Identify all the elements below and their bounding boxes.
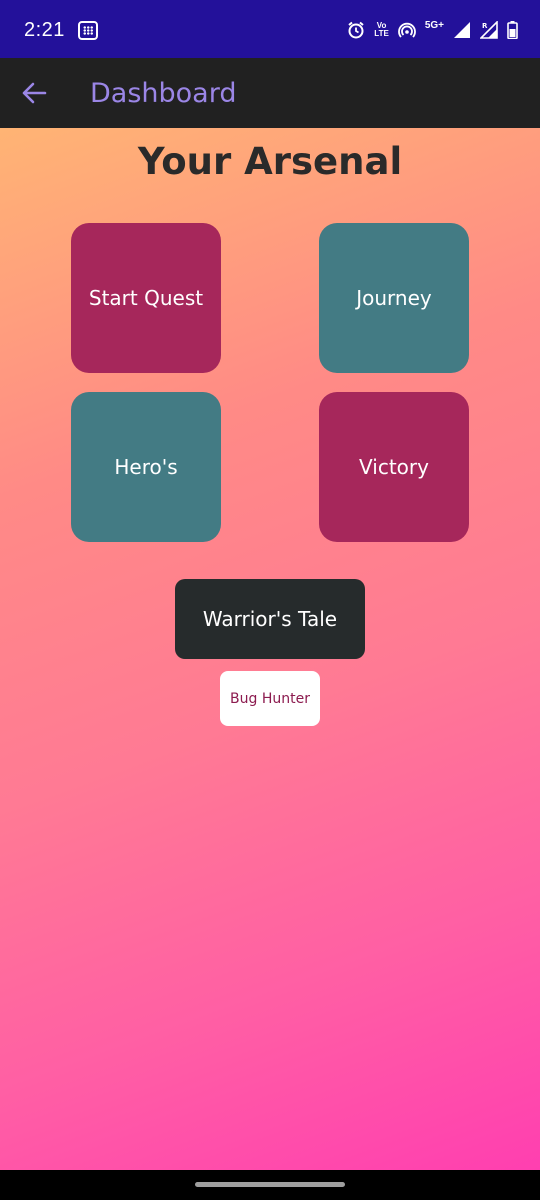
bug-hunter-button[interactable]: Bug Hunter: [220, 671, 320, 726]
app-bar: Dashboard: [0, 58, 540, 128]
dashboard-content: Your Arsenal Start Quest Journey Hero's …: [0, 128, 540, 1170]
signal-icon: [454, 22, 470, 38]
warriors-tale-button[interactable]: Warrior's Tale: [175, 579, 365, 659]
volte-text-bottom: LTE: [374, 29, 389, 38]
battery-icon: [507, 21, 518, 39]
tile-label: Start Quest: [88, 286, 204, 310]
hotspot-icon: [397, 22, 416, 38]
status-bar: 2:21 Vo LTE 5G+ R: [0, 0, 540, 58]
app-screen: 2:21 Vo LTE 5G+ R Dashboard Your Arsenal…: [0, 0, 540, 1200]
app-bar-title: Dashboard: [90, 78, 237, 109]
heros-tile[interactable]: Hero's: [71, 392, 221, 542]
network-type-label: 5G+: [424, 19, 444, 31]
gesture-handle[interactable]: [195, 1182, 345, 1187]
signal-roaming-icon: R: [480, 21, 498, 39]
page-title: Your Arsenal: [137, 140, 403, 183]
status-icons: Vo LTE 5G+ R: [347, 18, 518, 42]
volte-icon: Vo LTE: [374, 22, 389, 38]
button-label: Warrior's Tale: [202, 607, 338, 631]
status-time: 2:21: [24, 19, 65, 41]
tile-label: Victory: [359, 455, 429, 479]
tile-label: Journey: [356, 286, 432, 310]
start-quest-tile[interactable]: Start Quest: [71, 223, 221, 373]
tile-label: Hero's: [114, 455, 178, 479]
journey-tile[interactable]: Journey: [319, 223, 469, 373]
button-label: Bug Hunter: [230, 690, 310, 707]
back-button[interactable]: [14, 75, 54, 111]
system-navigation-bar: [0, 1170, 540, 1200]
arrow-left-icon: [22, 82, 47, 104]
alarm-icon: [348, 21, 364, 39]
svg-text:R: R: [482, 22, 488, 30]
victory-tile[interactable]: Victory: [319, 392, 469, 542]
app-notification-icon: [78, 21, 98, 40]
